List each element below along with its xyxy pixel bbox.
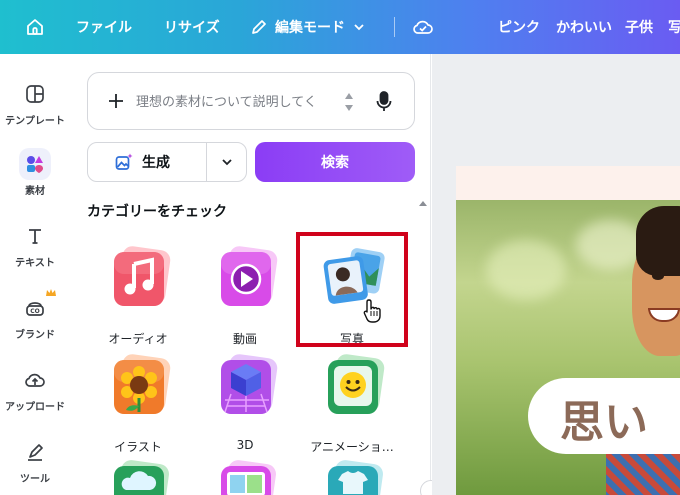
photo-detail (486, 240, 566, 300)
category-illustration[interactable]: イラスト (92, 350, 184, 460)
rail-label: テンプレート (5, 116, 65, 127)
rail-label: アップロード (5, 402, 65, 413)
brand-icon: CO (19, 289, 56, 324)
category-label: アニメーショ… (310, 440, 394, 454)
top-bar: ファイル リサイズ 編集モード ピンク かわいい 子供 写 (0, 0, 680, 54)
scroll-up-arrow-icon[interactable] (418, 199, 428, 209)
photo-collage-icon[interactable] (215, 460, 279, 495)
rail-label: ブランド (15, 330, 55, 341)
tag-pink[interactable]: ピンク (498, 0, 540, 54)
photo-detail (606, 448, 680, 495)
rail-item-elements[interactable]: 素材 (0, 148, 70, 197)
category-label: 3D (236, 438, 254, 452)
category-animation[interactable]: アニメーショ… (306, 350, 398, 460)
photo-detail (652, 272, 664, 280)
pencil-icon (252, 20, 266, 34)
cube-icon (221, 354, 278, 414)
microphone-icon[interactable] (374, 89, 394, 115)
home-button[interactable] (20, 0, 50, 54)
elements-panel: 生成 検索 カテゴリーをチェック オーディオ (70, 54, 431, 495)
chevron-down-icon (354, 24, 364, 31)
save-status-button[interactable] (410, 0, 436, 54)
generate-options-button[interactable] (207, 143, 246, 181)
rail-label: ツール (20, 474, 50, 485)
rail-item-templates[interactable]: テンプレート (0, 78, 70, 127)
generate-button-group: 生成 (87, 142, 247, 182)
search-button[interactable]: 検索 (255, 142, 415, 182)
plus-icon[interactable] (106, 91, 126, 111)
sunflower-icon (114, 354, 171, 414)
category-label: オーディオ (108, 332, 168, 346)
rail-label: テキスト (15, 258, 55, 269)
rail-label: 素材 (25, 186, 45, 197)
music-note-icon (114, 246, 171, 306)
generate-button[interactable]: 生成 (88, 143, 206, 181)
resize-menu[interactable]: リサイズ (164, 0, 220, 54)
tshirt-icon[interactable] (322, 460, 386, 495)
rail-item-tools[interactable]: ツール (0, 436, 70, 485)
edit-mode-label: 編集モード (275, 20, 345, 36)
rail-item-uploads[interactable]: アップロード (0, 364, 70, 413)
svg-text:CO: CO (30, 308, 40, 315)
image-sparkle-icon (115, 153, 133, 170)
cloud-sticker-icon[interactable] (108, 460, 172, 495)
design-page[interactable]: 思い (456, 166, 680, 495)
tag-photo[interactable]: 写 (668, 0, 680, 54)
tools-icon (19, 436, 51, 468)
design-canvas-area: 思い (432, 54, 680, 495)
stepper-arrows-icon[interactable] (342, 89, 356, 115)
search-box[interactable] (87, 72, 415, 130)
play-icon (221, 246, 278, 306)
bubble-text[interactable]: 思い (560, 386, 648, 450)
file-menu[interactable]: ファイル (76, 0, 132, 54)
elements-icon (19, 148, 51, 180)
rail-item-brand[interactable]: CO ブランド (0, 289, 70, 341)
upload-icon (19, 364, 51, 396)
category-audio[interactable]: オーディオ (92, 242, 184, 352)
category-3d[interactable]: 3D (199, 350, 291, 460)
side-rail: テンプレート 素材 テキスト CO ブランド アップロード ツール (0, 54, 70, 495)
generate-label: 生成 (142, 155, 170, 171)
category-label: 動画 (232, 332, 257, 346)
smiley-icon (328, 354, 385, 414)
photo-detail (636, 206, 680, 276)
cloud-check-icon (413, 20, 433, 34)
category-label: イラスト (114, 440, 162, 454)
categories-title: カテゴリーをチェック (87, 204, 227, 220)
text-icon (19, 220, 51, 252)
crown-icon (46, 289, 56, 296)
rail-item-text[interactable]: テキスト (0, 220, 70, 269)
template-icon (19, 78, 51, 110)
tag-cute[interactable]: かわいい (556, 0, 612, 54)
chevron-down-icon (221, 159, 232, 166)
tag-kids[interactable]: 子供 (625, 0, 653, 54)
search-input[interactable] (136, 91, 336, 113)
edit-mode-menu[interactable]: 編集モード (250, 0, 366, 54)
home-icon (27, 19, 43, 35)
photo-highlight-box (296, 232, 408, 347)
toolbar-divider (394, 17, 395, 37)
category-video[interactable]: 動画 (199, 242, 291, 352)
